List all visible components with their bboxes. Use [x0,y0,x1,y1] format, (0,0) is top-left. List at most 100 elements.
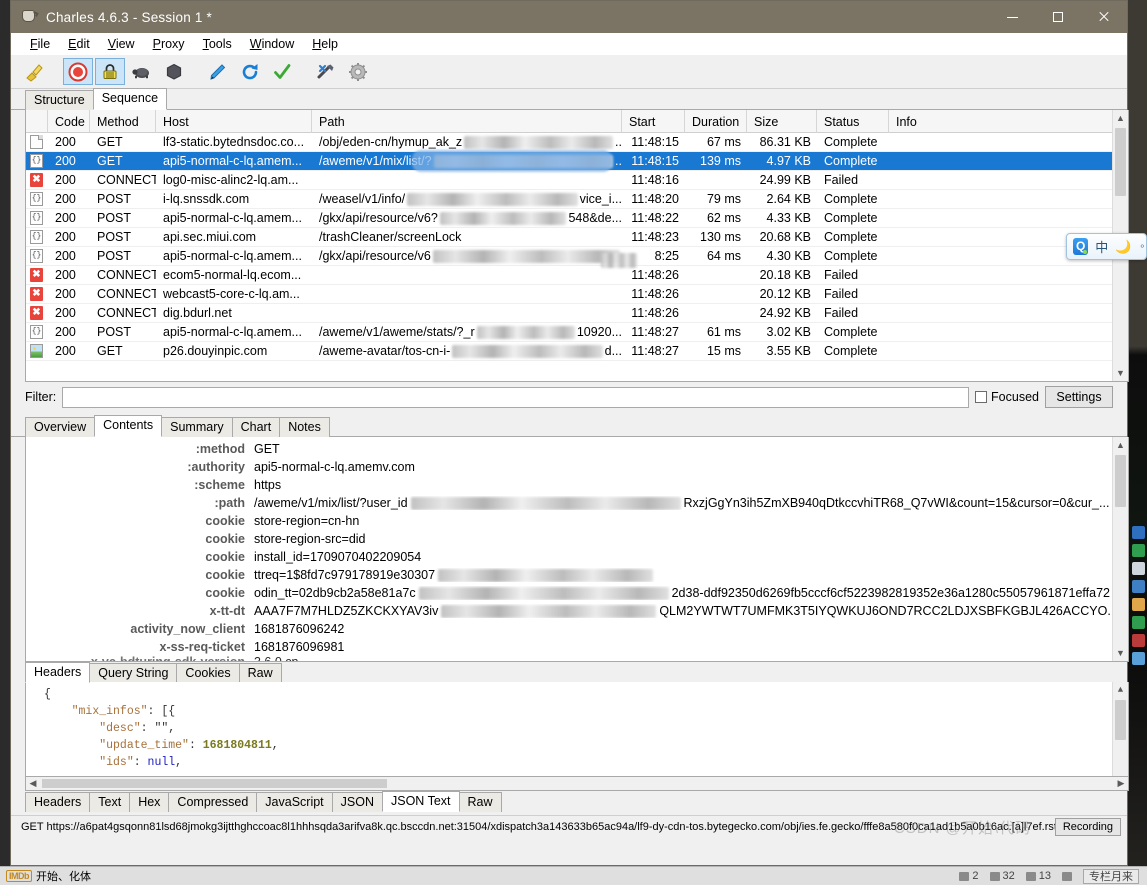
scroll-thumb[interactable] [1115,128,1126,196]
subtab-body-json[interactable]: JSON [331,792,383,812]
compose-pen-icon[interactable] [203,58,233,85]
th-code[interactable]: Code [48,110,90,133]
tray-monitor-icon[interactable]: 2 [959,870,979,882]
header-row[interactable]: :authority api5-normal-c-lq.amemv.com [26,458,1128,476]
header-row[interactable]: :path/aweme/v1/mix/list/?user_id RxzjGgYn… [26,494,1128,512]
menu-proxy[interactable]: Proxy [144,35,194,53]
th-size[interactable]: Size [747,110,817,133]
table-row[interactable]: ✖ 200 CONNECT webcast5-core-c-lq.am... 11:48… [26,285,1128,304]
header-row[interactable]: x-ss-req-ticket 1681876096981 [26,638,1128,656]
menu-edit[interactable]: Edit [59,35,99,53]
tab-summary[interactable]: Summary [161,417,233,437]
table-row[interactable]: ✖ 200 CONNECT ecom5-normal-lq.ecom... 11:48:… [26,266,1128,285]
breakpoints-icon[interactable] [159,58,189,85]
headers-vertical-scrollbar[interactable]: ▲ ▼ [1112,437,1128,661]
subtab-headers[interactable]: Headers [25,662,91,683]
subtab-body-raw[interactable]: Raw [458,792,502,812]
table-row[interactable]: ✖ 200 CONNECT log0-misc-alinc2-lq.am... 11:4… [26,171,1128,190]
th-host[interactable]: Host [156,110,312,133]
json-scroll-left-arrow[interactable]: ◀ [26,778,40,789]
th-start[interactable]: Start [622,110,685,133]
ssl-proxying-icon[interactable] [95,58,125,85]
subtab-body-headers[interactable]: Headers [25,792,91,812]
headers-scroll-down-arrow[interactable]: ▼ [1113,645,1128,661]
header-row[interactable]: cookie store-region-src=did [26,530,1128,548]
subtab-raw[interactable]: Raw [238,663,282,683]
focused-checkbox-group[interactable]: Focused [975,390,1039,404]
settings-gear-icon[interactable] [343,58,373,85]
table-row[interactable]: {} 200 POST api5-normal-c-lq.amem... /aweme/… [26,323,1128,342]
header-row[interactable]: activity_now_client 1681876096242 [26,620,1128,638]
scroll-up-arrow[interactable]: ▲ [1113,110,1128,126]
subtab-body-hex[interactable]: Hex [129,792,170,812]
taskbar-ime-label[interactable]: 专栏月来 [1083,868,1139,884]
subtab-query-string[interactable]: Query String [89,663,178,683]
tab-overview[interactable]: Overview [25,417,96,437]
menu-file[interactable]: File [21,35,59,53]
tab-contents[interactable]: Contents [94,415,163,437]
table-row[interactable]: {} 200 POST api.sec.miui.com/trashCleaner/s… [26,228,1128,247]
subtab-body-json-text[interactable]: JSON Text [382,791,460,812]
headers-scroll-up-arrow[interactable]: ▲ [1113,437,1128,453]
table-row[interactable]: 200 GET p26.douyinpic.com/aweme-avatar/tos… [26,342,1128,361]
json-vertical-scrollbar[interactable]: ▲ [1112,682,1128,776]
maximize-button[interactable] [1035,1,1081,33]
header-row[interactable]: cookie ttreq=1$8fd7c979178919e30307 [26,566,1128,584]
subtab-body-text[interactable]: Text [89,792,131,812]
repeat-icon[interactable] [235,58,265,85]
th-info[interactable]: Info [889,110,1128,133]
th-status[interactable]: Status [817,110,889,133]
start-button[interactable]: IMDb 开始、化体 [0,867,97,885]
json-scroll-thumb[interactable] [1115,700,1126,740]
th-path[interactable]: Path [312,110,622,133]
record-icon[interactable] [63,58,93,85]
json-horizontal-scrollbar[interactable]: ◀ ▶ [25,777,1129,791]
moon-icon[interactable]: 🌙 [1115,239,1131,255]
header-row[interactable]: x-tt-dt AAA7F7M7HLDZ5ZKCKXYAV3iv QLM2YWTWT… [26,602,1128,620]
menu-view[interactable]: View [99,35,144,53]
menu-help[interactable]: Help [303,35,347,53]
menu-tools[interactable]: Tools [194,35,241,53]
table-row[interactable]: {} 200 POST api5-normal-c-lq.amem... /gkx/ap… [26,209,1128,228]
subtab-body-compressed[interactable]: Compressed [168,792,258,812]
table-row[interactable]: ✖ 200 CONNECT dig.bdurl.net 11:48:26 24.92 KB… [26,304,1128,323]
header-row[interactable]: :scheme https [26,476,1128,494]
header-row[interactable]: :method GET [26,440,1128,458]
menu-window[interactable]: Window [241,35,303,53]
subtab-cookies[interactable]: Cookies [176,663,240,683]
scroll-down-arrow[interactable]: ▼ [1113,365,1128,381]
tab-sequence[interactable]: Sequence [92,88,168,110]
filter-input[interactable] [62,386,970,408]
dot-icon[interactable]: ⚬ [1138,241,1146,252]
validate-check-icon[interactable] [267,58,297,85]
settings-button[interactable]: Settings [1045,386,1113,408]
th-method[interactable]: Method [90,110,156,133]
ime-mode-label[interactable]: 中 [1095,237,1108,256]
headers-scroll-thumb[interactable] [1115,455,1126,507]
table-row[interactable]: {} 200 POST i-lq.snssdk.com/weasel/v1/info/… [26,190,1128,209]
tray-refresh-icon[interactable] [1062,871,1072,881]
subtab-body-javascript[interactable]: JavaScript [256,792,333,812]
throttle-turtle-icon[interactable] [127,58,157,85]
th-duration[interactable]: Duration [685,110,747,133]
json-hscroll-thumb[interactable] [42,779,387,788]
header-row[interactable]: cookie store-region=cn-hn [26,512,1128,530]
recording-status-button[interactable]: Recording [1054,817,1121,836]
tab-structure[interactable]: Structure [25,90,94,110]
tools-icon[interactable] [311,58,341,85]
header-row[interactable]: x-vc-bdturing-sdk-version3.6.0.cn [26,656,1128,661]
qq-ime-logo-icon[interactable]: Q [1073,238,1089,255]
close-button[interactable] [1081,1,1127,33]
json-scroll-up-arrow[interactable]: ▲ [1113,682,1128,698]
ime-floating-bar[interactable]: Q 中 🌙 ⚬ [1066,233,1147,260]
header-row[interactable]: cookie odin_tt=02db9cb2a58e81a7c 2d38-ddf9… [26,584,1128,602]
json-scroll-right-arrow[interactable]: ▶ [1114,778,1128,789]
minimize-button[interactable] [989,1,1035,33]
clear-session-icon[interactable] [19,58,49,85]
tray-network-icon[interactable]: 32 [989,870,1015,882]
tray-battery-icon[interactable]: 13 [1025,870,1051,882]
table-row[interactable]: {} 200 POST api5-normal-c-lq.amem... /gkx/ap… [26,247,1128,266]
header-row[interactable]: cookie install_id=1709070402209054 [26,548,1128,566]
tab-notes[interactable]: Notes [279,417,330,437]
tab-chart[interactable]: Chart [231,417,281,437]
